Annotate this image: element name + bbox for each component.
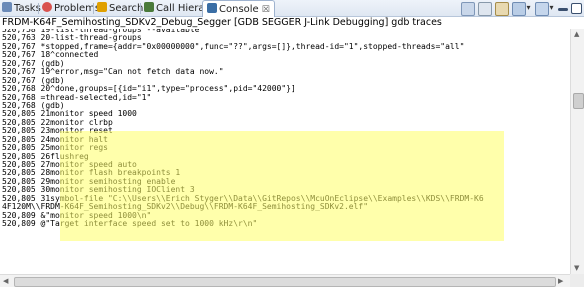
tab-label: Search — [109, 3, 144, 14]
horizontal-scrollbar[interactable]: ◀ ▶ — [0, 274, 570, 287]
console-text: *stopped,frame={addr="0x00000000",func="… — [35, 41, 465, 51]
console-output[interactable]: 520,758 19-list-thread-groups --availabl… — [0, 29, 570, 274]
close-icon[interactable]: ☒ — [262, 5, 270, 15]
call-hierarchy-icon — [144, 2, 154, 12]
chevron-down-icon[interactable]: ▾ — [525, 2, 532, 14]
chevron-down-icon[interactable]: ▾ — [548, 2, 555, 14]
scroll-right-icon[interactable]: ▶ — [558, 277, 563, 285]
scrollbar-corner — [570, 274, 584, 287]
tab-label: Console — [219, 4, 259, 15]
console-title: FRDM-K64F_Semihosting_SDKv2_Debug_Segger… — [0, 17, 584, 29]
scroll-down-icon[interactable]: ▼ — [574, 264, 579, 272]
tab-console[interactable]: Console ☒ — [202, 0, 275, 18]
tab-separator — [93, 3, 94, 14]
search-icon — [97, 2, 107, 12]
console-line: 520,767 18^connected — [0, 51, 570, 59]
console-icon — [207, 3, 217, 13]
tab-tasks[interactable]: Tasks — [2, 1, 41, 16]
horizontal-scroll-thumb[interactable] — [14, 277, 556, 287]
tab-separator — [140, 3, 141, 14]
scroll-lock-icon[interactable] — [478, 2, 492, 16]
tab-search[interactable]: Search — [97, 1, 143, 16]
tab-problems[interactable]: Problems — [42, 1, 100, 16]
scroll-up-icon[interactable]: ▲ — [574, 30, 579, 38]
maximize-icon[interactable] — [571, 3, 582, 14]
timestamp: 520,809 — [2, 219, 36, 229]
scroll-left-icon[interactable]: ◀ — [3, 277, 8, 285]
tab-label: Tasks — [14, 3, 41, 14]
tab-separator — [38, 3, 39, 14]
console-line: 520,768 =thread-selected,id="1" — [0, 93, 570, 102]
tasks-icon — [2, 2, 12, 12]
console-line: 520,767 19^error,msg="Can not fetch data… — [0, 67, 570, 76]
vertical-scroll-thumb[interactable] — [573, 93, 584, 109]
view-tab-bar: Tasks Problems Search Call Hierarchy Con… — [0, 0, 584, 18]
open-console-icon[interactable] — [535, 2, 549, 16]
pin-console-icon[interactable] — [495, 2, 509, 16]
minimize-icon[interactable] — [558, 8, 568, 11]
display-selected-console-icon[interactable] — [512, 2, 526, 16]
clear-console-icon[interactable] — [461, 2, 475, 16]
problems-icon — [42, 2, 52, 12]
vertical-scrollbar[interactable]: ▲ ▼ — [570, 29, 584, 274]
selection-highlight — [60, 131, 504, 241]
